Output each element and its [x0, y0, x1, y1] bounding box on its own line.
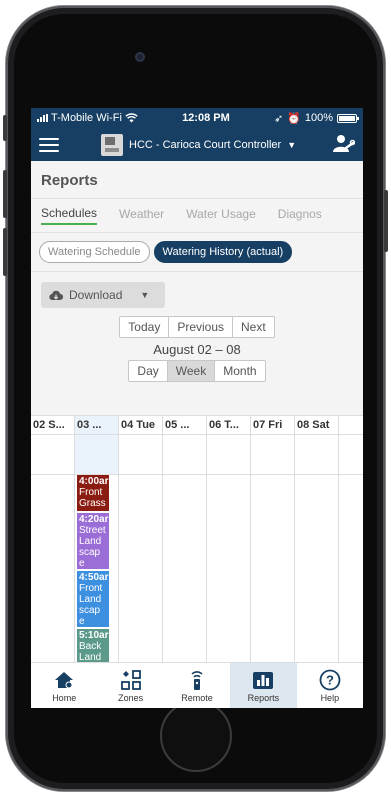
controller-icon: [101, 133, 123, 156]
view-switcher: Day Week Month: [31, 360, 363, 382]
status-bar: T-Mobile Wi-Fi 12:08 PM ➶ ⏰ 100%: [31, 108, 363, 128]
day-header[interactable]: 07 Fri: [251, 416, 295, 434]
nav-zones[interactable]: Zones: [97, 663, 163, 708]
bottom-navigation: Home Zones Remote Reports ? Help: [31, 662, 363, 708]
day-header[interactable]: 02 S...: [31, 416, 75, 434]
day-view-button[interactable]: Day: [128, 360, 168, 382]
chevron-down-icon: ▼: [287, 139, 297, 150]
week-calendar: 02 S... 03 ... 04 Tue 05 ... 06 T... 07 …: [31, 415, 363, 673]
hamburger-icon[interactable]: [39, 137, 59, 152]
user-settings-icon[interactable]: [333, 134, 355, 154]
location-icon: ➶: [273, 112, 284, 125]
mute-switch: [3, 115, 7, 141]
watering-history-toggle[interactable]: Watering History (actual): [153, 241, 293, 263]
cloud-download-icon: [49, 290, 63, 300]
power-button: [384, 190, 388, 252]
battery-icon: [337, 113, 359, 123]
day-header[interactable]: 05 ...: [163, 416, 207, 434]
event-front-landscape[interactable]: 4:50ar Front Land scap e: [77, 571, 109, 627]
volume-down-button: [3, 228, 7, 276]
history-toggle: Watering Schedule Watering History (actu…: [31, 233, 363, 272]
day-header[interactable]: 04 Tue: [119, 416, 163, 434]
app-screen: T-Mobile Wi-Fi 12:08 PM ➶ ⏰ 100% HCC - C…: [31, 108, 363, 708]
day-header[interactable]: 06 T...: [207, 416, 251, 434]
report-tabs: Schedules Weather Water Usage Diagnos: [31, 199, 363, 233]
watering-schedule-toggle[interactable]: Watering Schedule: [39, 241, 150, 263]
download-button[interactable]: Download ▼: [41, 282, 165, 308]
event-street-landscape[interactable]: 4:20ar Street Land scap e: [77, 513, 109, 569]
month-view-button[interactable]: Month: [215, 360, 266, 382]
tab-weather[interactable]: Weather: [119, 207, 164, 224]
previous-button[interactable]: Previous: [169, 316, 234, 338]
controller-name: HCC - Carioca Court Controller: [129, 138, 282, 151]
nav-help[interactable]: ? Help: [297, 663, 363, 708]
week-view-button[interactable]: Week: [167, 360, 216, 382]
calendar-body: 4:00ar Front Grass 4:20ar Street Land scap…: [31, 475, 363, 673]
nav-remote[interactable]: Remote: [164, 663, 230, 708]
zones-icon: [120, 669, 141, 690]
help-icon: ?: [319, 669, 341, 690]
all-day-row: [31, 435, 363, 475]
day-header[interactable]: 03 ...: [75, 416, 119, 434]
home-button[interactable]: [160, 700, 232, 772]
app-header: HCC - Carioca Court Controller ▼: [31, 128, 363, 161]
reports-icon: [253, 671, 274, 689]
carrier-area: T-Mobile Wi-Fi: [37, 112, 138, 124]
tab-schedules[interactable]: Schedules: [41, 206, 98, 225]
day-column-03: 4:00ar Front Grass 4:20ar Street Land scap…: [75, 475, 119, 673]
download-label: Download: [69, 288, 123, 302]
next-button[interactable]: Next: [233, 316, 275, 338]
calendar-header: 02 S... 03 ... 04 Tue 05 ... 06 T... 07 …: [31, 415, 363, 435]
date-navigation: Today Previous Next: [31, 316, 363, 338]
remote-icon: [191, 670, 203, 690]
carrier-label: T-Mobile Wi-Fi: [51, 112, 122, 124]
controller-selector[interactable]: HCC - Carioca Court Controller ▼: [101, 133, 297, 156]
battery-percent: 100%: [304, 112, 333, 124]
chevron-down-icon: ▼: [140, 290, 150, 300]
clock: 12:08 PM: [182, 112, 230, 124]
svg-text:?: ?: [326, 672, 334, 687]
today-button[interactable]: Today: [119, 316, 170, 338]
tab-water-usage[interactable]: Water Usage: [186, 207, 256, 224]
tab-diagnostics[interactable]: Diagnos: [278, 207, 322, 224]
front-camera: [135, 52, 145, 62]
wifi-icon: [125, 113, 138, 123]
alarm-icon: ⏰: [287, 112, 301, 125]
volume-up-button: [3, 170, 7, 218]
event-front-grass[interactable]: 4:00ar Front Grass: [77, 475, 109, 511]
nav-home[interactable]: Home: [31, 663, 97, 708]
page-title: Reports: [31, 161, 363, 199]
nav-reports[interactable]: Reports: [230, 663, 297, 708]
status-right: ➶ ⏰ 100%: [273, 112, 359, 125]
signal-icon: [37, 114, 48, 122]
date-range: August 02 – 08: [153, 342, 241, 357]
home-icon: [55, 671, 74, 688]
day-header[interactable]: 08 Sat: [295, 416, 339, 434]
